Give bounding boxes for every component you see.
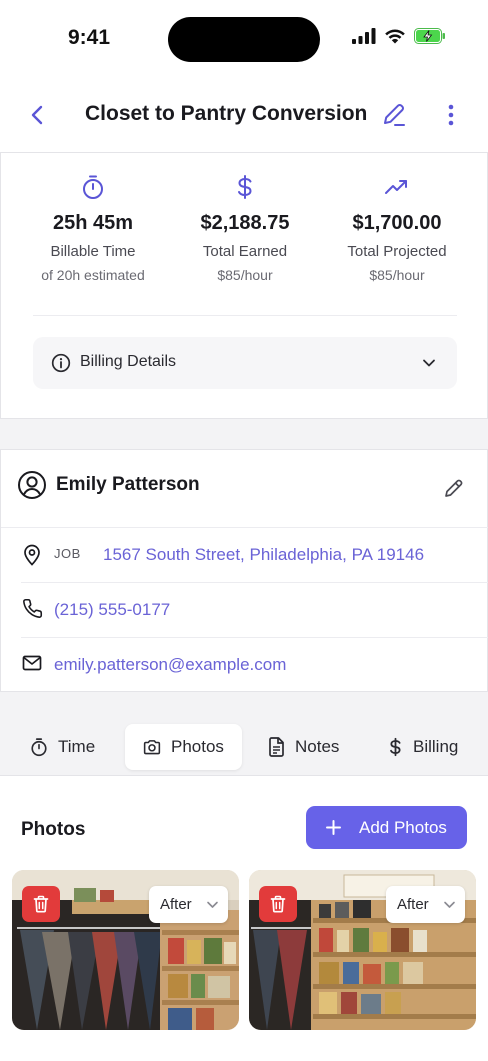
stat-value: 25h 45m bbox=[52, 212, 134, 234]
chevron-down-icon bbox=[423, 359, 435, 367]
photo-tag-select[interactable]: After bbox=[386, 886, 465, 923]
trending-up-icon bbox=[385, 180, 407, 194]
nav-bar: Closet to Pantry Conversion bbox=[0, 80, 488, 152]
billing-summary-card: 25h 45m Billable Time of 20h estimated $… bbox=[0, 152, 488, 419]
photo-thumbnail[interactable]: After bbox=[12, 870, 239, 1030]
battery-charging-icon bbox=[414, 28, 445, 44]
divider bbox=[21, 582, 488, 583]
dynamic-island bbox=[168, 17, 320, 62]
stat-sub: $85/hour bbox=[217, 267, 273, 283]
tab-notes[interactable]: Notes bbox=[268, 724, 339, 770]
map-pin-icon bbox=[24, 544, 40, 566]
stat-sub: $85/hour bbox=[369, 267, 425, 283]
tab-bar: Time Photos Notes Billing bbox=[0, 722, 488, 774]
billing-details-toggle[interactable]: Billing Details bbox=[33, 337, 457, 389]
trash-icon bbox=[270, 895, 286, 913]
stat-value: $1,700.00 bbox=[352, 212, 442, 234]
chevron-down-icon bbox=[207, 901, 218, 908]
email-link[interactable]: emily.patterson@example.com bbox=[54, 655, 286, 675]
phone-link[interactable]: (215) 555-0177 bbox=[54, 600, 170, 620]
wifi-icon bbox=[385, 29, 405, 44]
pencil-icon[interactable] bbox=[381, 101, 407, 127]
tab-photos[interactable]: Photos bbox=[125, 724, 242, 770]
chevron-down-icon bbox=[444, 901, 455, 908]
more-vertical-icon[interactable] bbox=[440, 102, 462, 128]
dollar-icon bbox=[238, 175, 252, 199]
divider bbox=[33, 315, 457, 316]
photo-tag-select[interactable]: After bbox=[149, 886, 228, 923]
signal-icon bbox=[352, 28, 376, 44]
stat-sub: of 20h estimated bbox=[41, 267, 145, 283]
billing-details-label: Billing Details bbox=[80, 353, 177, 370]
mail-icon bbox=[22, 655, 42, 671]
tab-label: Photos bbox=[171, 737, 224, 756]
tab-label: Notes bbox=[295, 737, 340, 756]
user-circle-icon bbox=[18, 471, 46, 499]
status-time: 9:41 bbox=[68, 26, 111, 49]
client-name: Emily Patterson bbox=[56, 474, 200, 495]
divider bbox=[1, 527, 488, 528]
stat-label: Total Earned bbox=[202, 243, 288, 260]
trash-icon bbox=[33, 895, 49, 913]
plus-icon bbox=[326, 820, 341, 835]
delete-photo-button[interactable] bbox=[259, 886, 297, 922]
info-icon bbox=[51, 353, 71, 373]
address-link[interactable]: 1567 South Street, Philadelphia, PA 1914… bbox=[103, 545, 424, 565]
stat-total-projected: $1,700.00 Total Projected $85/hour bbox=[317, 173, 477, 283]
photo-thumbnail[interactable]: After bbox=[249, 870, 476, 1030]
client-card: Emily Patterson JOB 1567 South Street, P… bbox=[0, 449, 488, 692]
back-chevron-icon[interactable] bbox=[26, 101, 50, 129]
edit-pencil-icon[interactable] bbox=[443, 477, 465, 499]
stat-label: Total Projected bbox=[347, 243, 447, 260]
tab-time[interactable]: Time bbox=[30, 724, 95, 770]
stat-total-earned: $2,188.75 Total Earned $85/hour bbox=[165, 173, 325, 283]
add-photos-label: Add Photos bbox=[359, 818, 447, 837]
page-title: Closet to Pantry Conversion bbox=[85, 102, 368, 125]
delete-photo-button[interactable] bbox=[22, 886, 60, 922]
dollar-icon bbox=[390, 737, 401, 757]
add-photos-button[interactable]: Add Photos bbox=[306, 806, 467, 849]
stat-value: $2,188.75 bbox=[200, 212, 290, 234]
photos-heading: Photos bbox=[21, 819, 86, 840]
tab-label: Billing bbox=[413, 737, 459, 756]
status-icons bbox=[352, 28, 446, 44]
photo-tag-value: After bbox=[397, 896, 429, 913]
status-bar: 9:41 bbox=[0, 0, 488, 80]
stat-label: Billable Time bbox=[50, 243, 136, 260]
camera-icon bbox=[143, 740, 161, 755]
stopwatch-icon bbox=[83, 175, 103, 199]
photos-section: Photos Add Photos After After bbox=[0, 775, 488, 1061]
divider bbox=[21, 637, 488, 638]
stat-billable-time: 25h 45m Billable Time of 20h estimated bbox=[13, 173, 173, 283]
stopwatch-icon bbox=[31, 738, 47, 757]
phone-icon bbox=[23, 598, 43, 618]
photo-tag-value: After bbox=[160, 896, 192, 913]
document-icon bbox=[269, 737, 284, 757]
tab-label: Time bbox=[58, 737, 96, 756]
job-label: JOB bbox=[54, 546, 81, 561]
tab-billing[interactable]: Billing bbox=[388, 724, 458, 770]
